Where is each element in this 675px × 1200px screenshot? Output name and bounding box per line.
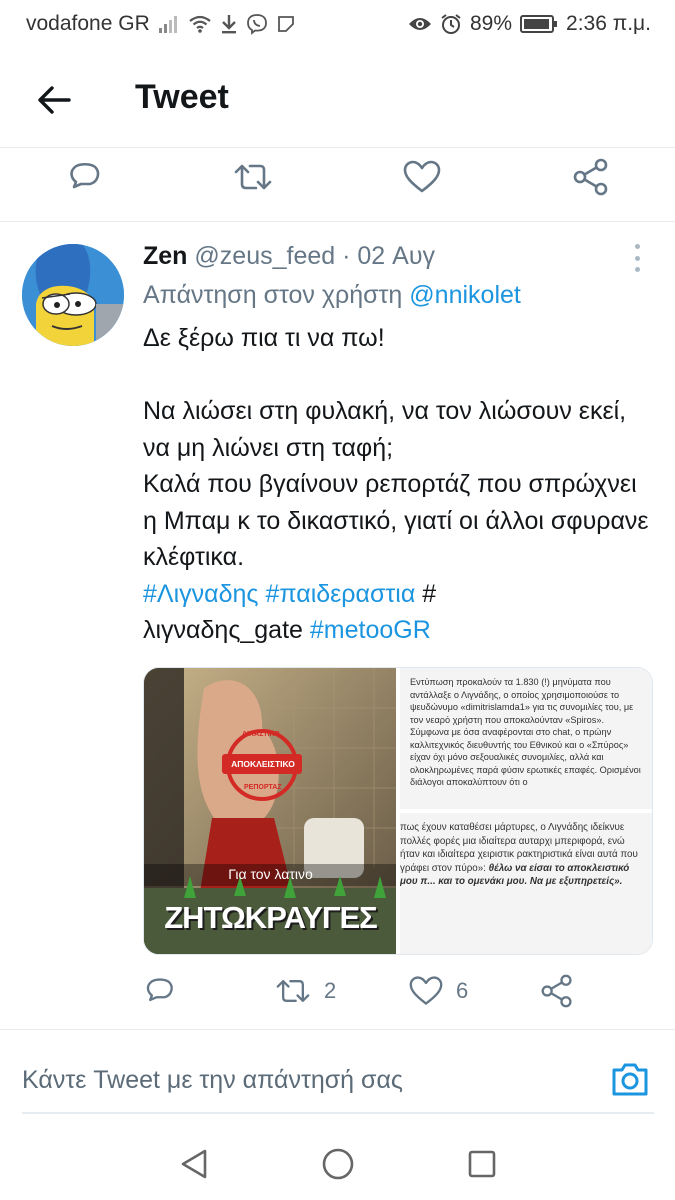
media-document-bottom[interactable]: πως έχουν καταθέσει μάρτυρες, ο Λιγνάδης… [400,813,652,954]
carrier-name: vodafone GR [26,12,150,35]
prev-retweet-button[interactable] [232,158,274,196]
like-icon [409,976,443,1005]
recents-square-icon [468,1150,496,1178]
nav-recents-button[interactable] [464,1146,500,1182]
back-button[interactable] [34,80,74,120]
viber-icon [246,13,268,35]
retweet-count: 2 [324,978,337,1003]
stamp-top-text: ΔΙΚΑΣΤΙΚΟ [242,731,280,738]
retweet-button[interactable]: 2 [274,974,336,1008]
photo-caption: Για τον λατινο [228,866,313,882]
avatar-marge-icon [22,244,124,346]
reply-icon [70,162,100,189]
tweet-actions: 2 6 [0,968,675,1018]
photo-banner: ΖΗΤΩΚΡΑΥΓΕΣ [164,900,377,935]
media-photo-left[interactable]: ΔΙΚΑΣΤΙΚΟ ΑΠΟΚΛΕΙΣΤΙΚΟ ΡΕΠΟΡΤΑΖ Για τον … [144,668,396,954]
tweet-line-1: Δε ξέρω πια τι να πω! [143,324,385,352]
prev-share-button[interactable] [572,158,610,196]
prev-reply-button[interactable] [66,158,104,196]
alarm-icon [440,13,462,35]
clock-time: 2:36 π.μ. [566,12,651,35]
hashtag-paiderastia[interactable]: #παιδεραστια [265,580,415,608]
display-name[interactable]: Zen [143,242,187,270]
status-bar: vodafone GR 89% 2:36 π.μ. [0,0,675,48]
share-icon [573,158,608,196]
more-options-button[interactable] [627,244,647,272]
like-count: 6 [456,978,469,1003]
hashtag-lignadis-gate-tail[interactable]: λιγναδης_gate [143,616,303,644]
prev-like-button[interactable] [402,158,442,196]
signal-icon [158,15,180,33]
page-title: Tweet [135,78,229,116]
reply-compose-bar [22,1048,654,1114]
tweet-paragraph-3: Καλά που βγαίνουν ρεπορτάζ που σπρώχνει … [143,470,649,571]
nav-back-button[interactable] [176,1146,212,1182]
battery-percent: 89% [470,12,513,35]
tweet-date[interactable]: 02 Αυγ [357,242,435,270]
tweet-header: Zen @zeus_feed · 02 Αυγ [143,242,435,271]
back-triangle-icon [181,1149,207,1179]
nav-home-button[interactable] [320,1146,356,1182]
battery-icon [520,15,558,33]
status-left: vodafone GR [26,12,296,36]
reply-button[interactable] [143,974,177,1008]
android-nav-bar [0,1130,675,1200]
like-button[interactable]: 6 [408,974,468,1008]
arrow-left-icon [38,86,71,114]
eye-icon [408,16,432,32]
header-separator: · [342,242,351,270]
wifi-icon [188,15,212,33]
home-circle-icon [322,1148,354,1180]
retweet-icon [276,979,310,1003]
reply-to-handle[interactable]: @nnikolet [409,281,521,309]
reply-prefix: Απάντηση στον χρήστη [143,281,403,309]
notification-shape-icon [276,14,296,34]
hashtag-lignadis[interactable]: #Λιγναδης [143,580,258,608]
user-handle[interactable]: @zeus_feed [194,242,335,270]
tweet: Zen @zeus_feed · 02 Αυγ Απάντηση στον χρ… [0,224,675,1030]
previous-tweet-actions [0,150,675,222]
avatar[interactable] [22,244,124,346]
reply-icon [146,978,173,1002]
tweet-hashtags: #Λιγναδης #παιδεραστια # λιγναδης_gate #m… [143,576,653,649]
more-dot-icon [634,244,640,249]
media-document-top[interactable]: Εντύπωση προκαλούν τα 1.830 (!) μηνύματα… [400,668,652,809]
document-top-text: Εντύπωση προκαλούν τα 1.830 (!) μηνύματα… [410,677,641,787]
app-header: Tweet [0,52,675,148]
tweet-paragraph-2: Να λιώσει στη φυλακή, να τον λιώσουν εκε… [143,397,627,462]
stamp-label: ΑΠΟΚΛΕΙΣΤΙΚΟ [231,759,295,769]
reply-context: Απάντηση στον χρήστη @nnikolet [143,281,521,310]
status-right: 89% 2:36 π.μ. [408,12,651,36]
media-right-column: Εντύπωση προκαλούν τα 1.830 (!) μηνύματα… [400,668,652,954]
share-button[interactable] [540,974,574,1008]
like-icon [403,160,441,193]
camera-button[interactable] [610,1060,650,1098]
download-icon [220,14,238,34]
stamp-bottom-text: ΡΕΠΟΡΤΑΖ [244,784,282,791]
reply-input[interactable] [22,1062,582,1098]
camera-icon [612,1063,648,1096]
hashtag-metoogr[interactable]: #metooGR [310,616,431,644]
tweet-text: Δε ξέρω πια τι να πω! Να λιώσει στη φυλα… [143,320,653,649]
more-dot-icon [634,255,640,261]
hashtag-lignadis-gate-hash[interactable]: # [422,580,436,608]
retweet-icon [234,164,272,190]
more-dot-icon [634,267,640,272]
share-icon [541,974,572,1008]
tweet-media: ΔΙΚΑΣΤΙΚΟ ΑΠΟΚΛΕΙΣΤΙΚΟ ΡΕΠΟΡΤΑΖ Για τον … [143,667,653,955]
